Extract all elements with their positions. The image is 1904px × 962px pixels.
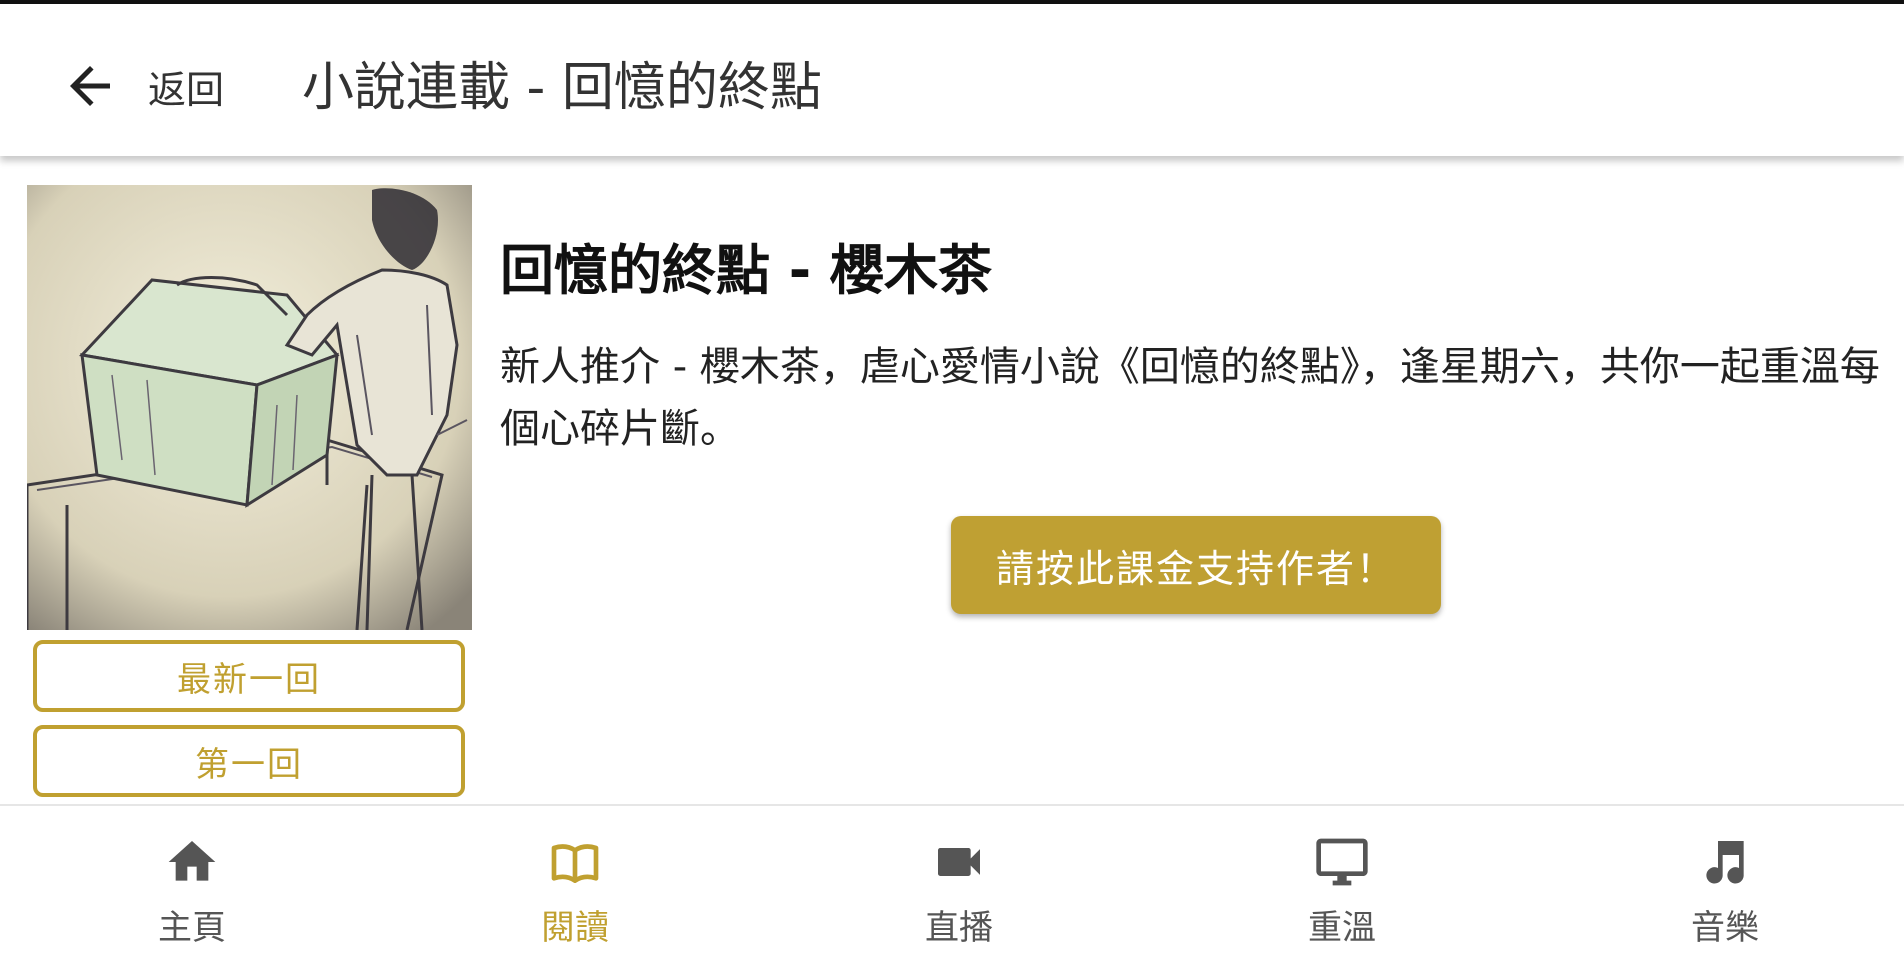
book-icon: [547, 806, 603, 890]
novel-detail: 最新一回 第一回 回憶的終點 - 櫻木茶 新人推介 - 櫻木茶，虐心愛情小說《回…: [0, 156, 1904, 804]
nav-label-music: 音樂: [1691, 908, 1759, 948]
bottom-navigation: 主頁 閱讀 直播 重溫 音樂: [0, 804, 1904, 960]
app-bar: 返回 小說連載 - 回憶的終點: [0, 4, 1904, 156]
first-chapter-button[interactable]: 第一回: [33, 725, 465, 797]
music-note-icon: [1697, 806, 1753, 890]
nav-item-home[interactable]: 主頁: [92, 806, 292, 962]
back-button[interactable]: 返回: [60, 48, 224, 124]
latest-chapter-button[interactable]: 最新一回: [33, 640, 465, 712]
support-author-button[interactable]: 請按此課金支持作者！: [951, 516, 1441, 614]
home-icon: [164, 806, 220, 890]
novel-description: 新人推介 - 櫻木茶，虐心愛情小說《回憶的終點》，逢星期六，共你一起重溫每個心碎…: [500, 344, 1880, 452]
nav-item-music[interactable]: 音樂: [1625, 806, 1825, 962]
back-label: 返回: [148, 67, 225, 112]
nav-item-replay[interactable]: 重溫: [1242, 806, 1442, 962]
cover-image: [27, 185, 472, 630]
nav-item-live[interactable]: 直播: [859, 806, 1059, 962]
arrow-left-icon: [60, 56, 120, 116]
nav-label-live: 直播: [925, 908, 993, 948]
novel-title: 回憶的終點 - 櫻木茶: [500, 239, 993, 302]
nav-item-read[interactable]: 閱讀: [475, 806, 675, 962]
nav-label-replay: 重溫: [1308, 908, 1376, 948]
monitor-icon: [1314, 806, 1370, 890]
nav-label-home: 主頁: [158, 908, 226, 948]
page-title: 小說連載 - 回憶的終點: [302, 58, 822, 118]
nav-label-read: 閱讀: [541, 908, 609, 948]
video-camera-icon: [931, 806, 987, 890]
